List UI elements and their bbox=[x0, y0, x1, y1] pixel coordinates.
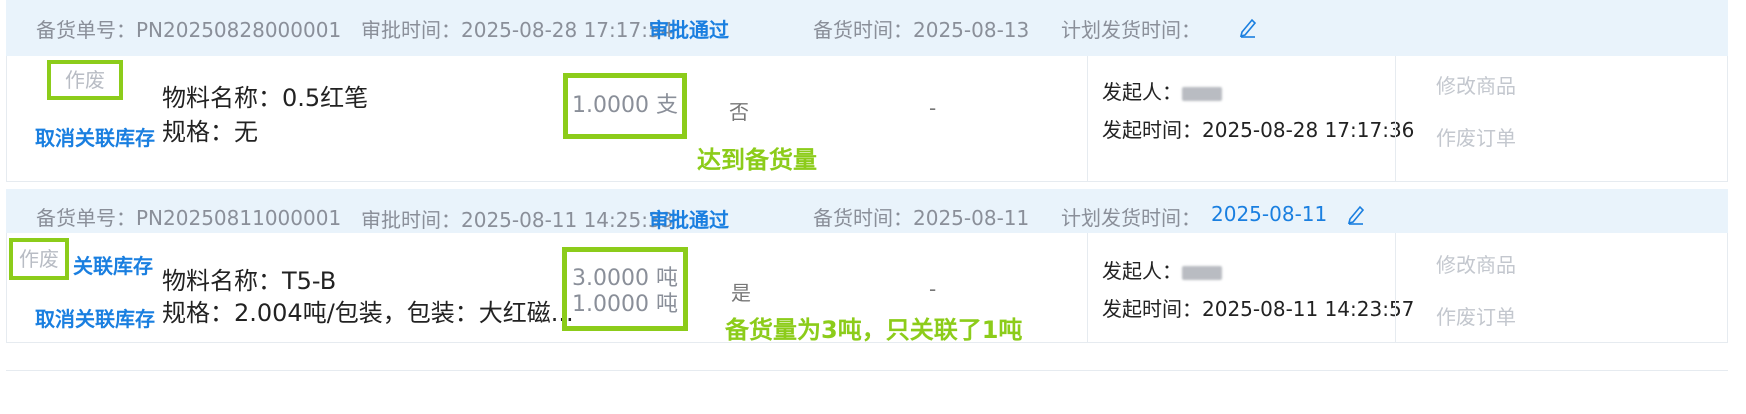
initiated-time: 发起时间：2025-08-28 17:17:36 bbox=[1102, 118, 1415, 142]
order-header: 备货单号：PN20250811000001 审批时间：2025-08-11 14… bbox=[6, 189, 1728, 233]
approval-status: 审批通过 bbox=[649, 208, 729, 232]
plan-ship-label: 计划发货时间： bbox=[1061, 18, 1201, 42]
quantity-value: 1.0000 支 bbox=[572, 93, 678, 118]
annotation-text: 备货量为3吨，只关联了1吨 bbox=[725, 316, 1023, 344]
material-spec: 规格：2.004吨/包装，包装：大红磁... bbox=[162, 299, 574, 327]
annotation-text: 达到备货量 bbox=[697, 146, 817, 174]
flag-value: 否 bbox=[729, 100, 749, 124]
approval-status: 审批通过 bbox=[649, 18, 729, 42]
stock-time: 备货时间：2025-08-13 bbox=[813, 18, 1030, 42]
void-badge: 作废 bbox=[47, 60, 123, 100]
approval-time: 审批时间：2025-08-11 14:25:33 bbox=[361, 208, 674, 232]
plan-ship-label: 计划发货时间： bbox=[1061, 206, 1201, 230]
quantity-box: 1.0000 支 bbox=[563, 73, 687, 139]
void-badge: 作废 bbox=[9, 238, 69, 280]
initiated-time: 发起时间：2025-08-11 14:23:57 bbox=[1102, 297, 1415, 321]
dash-value: - bbox=[929, 96, 937, 120]
order-body: 作废 取消关联库存 物料名称：0.5红笔 规格：无 1.0000 支 否 - 达… bbox=[6, 56, 1728, 182]
order-number: 备货单号：PN20250811000001 bbox=[36, 206, 342, 230]
cancel-link-stock-link[interactable]: 取消关联库存 bbox=[35, 303, 155, 332]
approval-time: 审批时间：2025-08-28 17:17:54 bbox=[361, 18, 674, 42]
link-stock-link[interactable]: 关联库存 bbox=[73, 250, 153, 279]
quantity-box: 3.0000 吨 1.0000 吨 bbox=[562, 247, 688, 331]
quantity-linked: 1.0000 吨 bbox=[572, 292, 678, 317]
material-spec: 规格：无 bbox=[162, 118, 258, 146]
material-name: 物料名称：T5-B bbox=[162, 267, 337, 295]
initiator-avatar-redacted bbox=[1182, 265, 1222, 280]
void-order-button[interactable]: 作废订单 bbox=[1436, 301, 1516, 330]
edit-goods-button[interactable]: 修改商品 bbox=[1436, 70, 1516, 99]
pencil-icon[interactable] bbox=[1346, 203, 1366, 225]
quantity-required: 3.0000 吨 bbox=[572, 266, 678, 291]
stock-time: 备货时间：2025-08-11 bbox=[813, 206, 1030, 230]
plan-ship-date: 2025-08-11 bbox=[1211, 202, 1328, 226]
divider bbox=[6, 370, 1728, 371]
pencil-icon[interactable] bbox=[1238, 16, 1258, 38]
order-body: 作废 关联库存 取消关联库存 物料名称：T5-B 规格：2.004吨/包装，包装… bbox=[6, 233, 1728, 344]
flag-value: 是 bbox=[731, 281, 751, 305]
order-header: 备货单号：PN20250828000001 审批时间：2025-08-28 17… bbox=[6, 0, 1728, 56]
initiator-avatar-redacted bbox=[1182, 86, 1222, 101]
void-order-button[interactable]: 作废订单 bbox=[1436, 122, 1516, 151]
cancel-link-stock-link[interactable]: 取消关联库存 bbox=[35, 122, 155, 151]
initiator-label: 发起人： bbox=[1102, 255, 1222, 284]
edit-goods-button[interactable]: 修改商品 bbox=[1436, 249, 1516, 278]
initiator-label: 发起人： bbox=[1102, 76, 1222, 105]
dash-value: - bbox=[929, 277, 937, 301]
material-name: 物料名称：0.5红笔 bbox=[162, 84, 369, 112]
order-number: 备货单号：PN20250828000001 bbox=[36, 18, 342, 42]
